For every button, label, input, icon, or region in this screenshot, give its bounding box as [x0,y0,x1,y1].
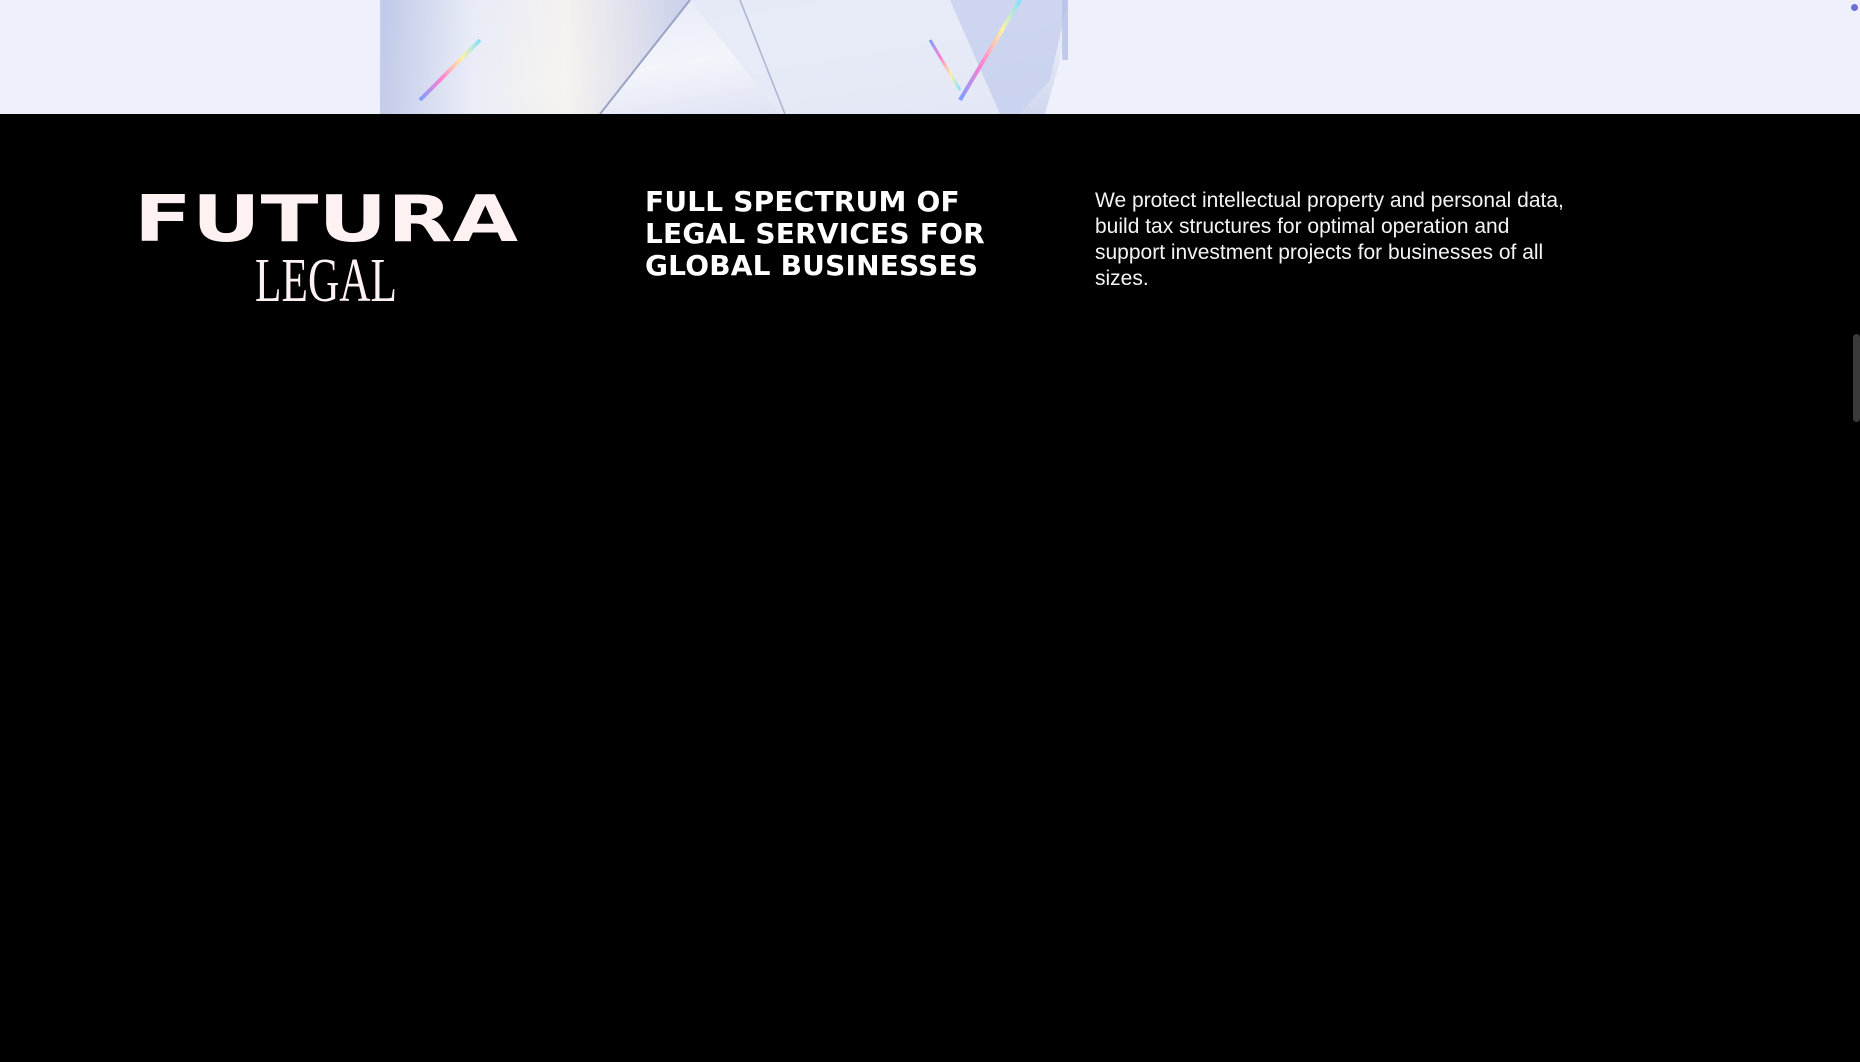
footer-description: We protect intellectual property and per… [1095,189,1564,290]
svg-text:LEGAL: LEGAL [255,248,397,304]
scrollbar-thumb[interactable] [1853,334,1860,422]
logo-wordmark-legal: LEGAL [255,248,397,304]
page: FUTURA LEGAL FULL SPECTRUM OF LEGAL SERV… [0,0,1860,1062]
futura-legal-logo[interactable]: FUTURA LEGAL [133,188,519,304]
decorative-dot-icon [1851,4,1858,11]
logo-wordmark-futura: FUTURA [134,188,519,248]
footer-tagline: FULL SPECTRUM OF LEGAL SERVICES FOR GLOB… [645,185,985,282]
svg-text:FUTURA: FUTURA [134,188,519,248]
hero-image-section [0,0,1860,114]
footer: FUTURA LEGAL FULL SPECTRUM OF LEGAL SERV… [0,114,1860,1062]
crystal-prism-image [380,0,1068,114]
